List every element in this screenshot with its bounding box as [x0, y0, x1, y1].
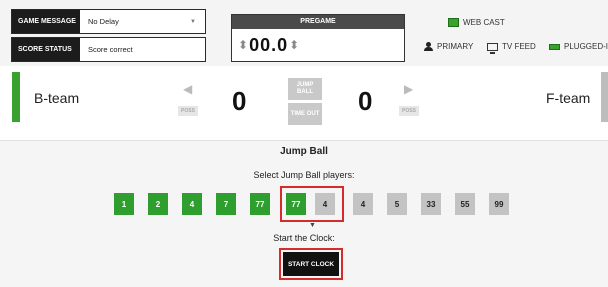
left-team-name: B-team — [34, 90, 80, 106]
game-message-select[interactable]: GAME MESSAGE No Delay ▼ — [11, 9, 206, 34]
webcast-status: WEB CAST — [448, 18, 505, 27]
left-player-button[interactable]: 1 — [114, 193, 134, 215]
tv-feed-status: TV FEED — [487, 42, 536, 54]
left-player-button[interactable]: 2 — [148, 193, 168, 215]
plugged-in-label: PLUGGED-IN — [564, 42, 608, 51]
person-icon — [424, 42, 433, 51]
left-player-button[interactable]: 77 — [250, 193, 270, 215]
left-possession-arrow-icon[interactable]: ◀ — [183, 82, 192, 96]
score-status-field[interactable]: SCORE STATUS Score correct — [11, 37, 206, 62]
clock-value[interactable]: 00.0 — [249, 35, 288, 56]
jump-ball-button[interactable]: JUMP BALL — [288, 78, 322, 100]
game-message-value: No Delay — [88, 17, 119, 26]
right-player-button[interactable]: 5 — [387, 193, 407, 215]
panel-title: Jump Ball — [280, 146, 328, 157]
select-players-label: Select Jump Ball players: — [253, 170, 355, 180]
start-clock-label: Start the Clock: — [273, 233, 335, 243]
primary-label: PRIMARY — [437, 42, 474, 51]
right-team-score: 0 — [358, 86, 373, 116]
left-player-button[interactable]: 7 — [216, 193, 236, 215]
right-poss-badge[interactable]: POSS — [399, 106, 419, 116]
right-team-color-bar — [601, 72, 608, 122]
game-message-label: GAME MESSAGE — [12, 10, 80, 33]
score-status-value: Score correct — [88, 45, 133, 54]
right-team-name: F-team — [546, 90, 591, 106]
tv-icon — [487, 42, 498, 54]
right-player-button[interactable]: 55 — [455, 193, 475, 215]
clock-decrement-spinner-icon[interactable]: ⬍ — [238, 38, 248, 52]
selected-right-player-button[interactable]: 4 — [315, 193, 335, 215]
left-team-score: 0 — [232, 86, 247, 116]
time-out-button[interactable]: TIME OUT — [288, 103, 322, 125]
right-player-button[interactable]: 33 — [421, 193, 441, 215]
plugged-in-status: PLUGGED-IN — [549, 42, 608, 51]
left-team-color-bar — [12, 72, 20, 122]
chevron-down-icon: ▼ — [190, 18, 196, 25]
start-clock-button[interactable]: START CLOCK — [283, 252, 339, 276]
game-clock: PREGAME ⬍ 00.0 ⬍ — [231, 14, 405, 62]
primary-status: PRIMARY — [424, 42, 473, 51]
plug-icon — [549, 43, 560, 50]
period-label: PREGAME — [232, 15, 404, 29]
tv-feed-label: TV FEED — [502, 42, 536, 51]
selected-left-player-button[interactable]: 77 — [286, 193, 306, 215]
right-player-button[interactable]: 4 — [353, 193, 373, 215]
clock-increment-spinner-icon[interactable]: ⬍ — [289, 38, 299, 52]
caret-down-icon: ▼ — [309, 222, 316, 229]
left-player-button[interactable]: 4 — [182, 193, 202, 215]
webcast-icon — [448, 18, 459, 27]
right-player-button[interactable]: 99 — [489, 193, 509, 215]
left-poss-badge[interactable]: POSS — [178, 106, 198, 116]
webcast-label: WEB CAST — [463, 18, 505, 27]
score-status-label: SCORE STATUS — [12, 38, 80, 61]
right-possession-arrow-icon[interactable]: ▶ — [404, 82, 413, 96]
